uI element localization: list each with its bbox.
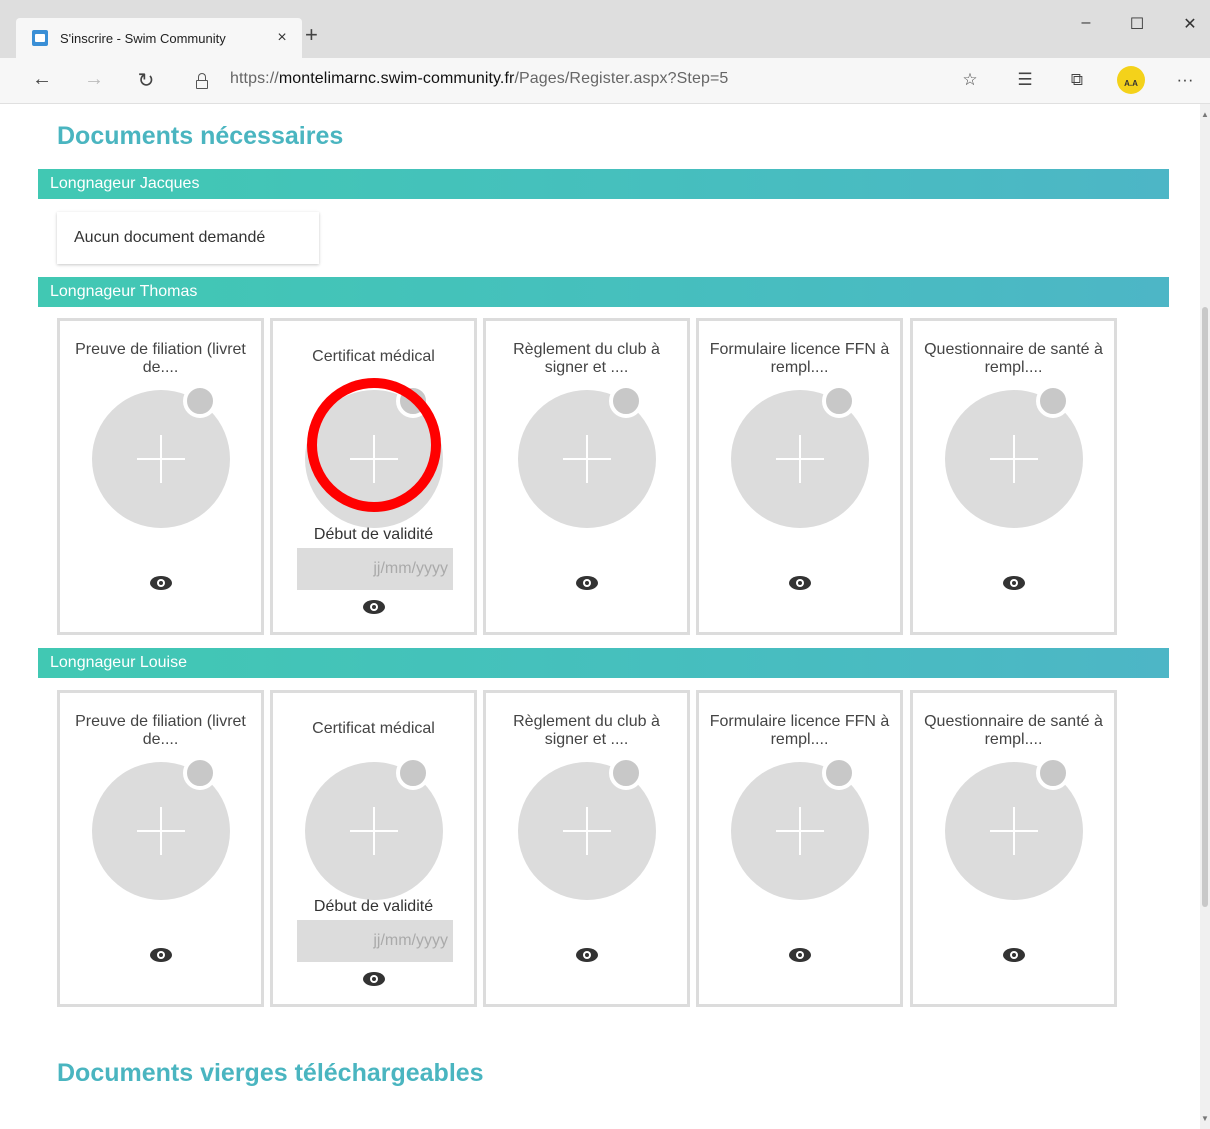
eye-icon[interactable] (788, 575, 812, 591)
status-dot-icon (1036, 384, 1070, 418)
validity-label: Début de validité (313, 526, 434, 543)
document-title: Formulaire licence FFN à rempl.... (709, 341, 890, 376)
eye-icon[interactable] (362, 599, 386, 615)
document-title: Certificat médical (312, 348, 435, 365)
page-content: Documents nécessaires Longnageur Jacques… (0, 104, 1210, 1129)
document-card: Certificat médical Début de validité (270, 318, 477, 635)
url-prefix: https:// (230, 70, 279, 87)
swimmer-header: Longnageur Louise (38, 648, 1169, 678)
url-field[interactable]: https://montelimarnc.swim-community.fr/P… (230, 70, 728, 88)
no-document-notice: Aucun document demandé (57, 212, 319, 264)
eye-icon[interactable] (575, 575, 599, 591)
site-favicon-icon (32, 30, 48, 46)
browser-tab-bar: S'inscrire - Swim Community × + – ☐ ✕ (0, 0, 1210, 58)
status-dot-icon (183, 756, 217, 790)
document-title: Certificat médical (312, 720, 435, 737)
status-dot-icon (822, 384, 856, 418)
document-card: Questionnaire de santé à rempl.... (910, 690, 1117, 1007)
document-card: Certificat médical Début de validité (270, 690, 477, 1007)
document-title: Preuve de filiation (livret de.... (75, 341, 246, 376)
status-dot-icon (609, 756, 643, 790)
swimmer-header: Longnageur Jacques (38, 169, 1169, 199)
back-icon[interactable]: ← (28, 68, 56, 91)
document-title: Formulaire licence FFN à rempl.... (709, 713, 890, 748)
document-card: Règlement du club à signer et .... (483, 318, 690, 635)
status-dot-icon (396, 384, 430, 418)
eye-icon[interactable] (362, 971, 386, 987)
eye-icon[interactable] (1002, 947, 1026, 963)
page-scrollbar[interactable]: ▲ ▼ (1200, 104, 1210, 1129)
scroll-down-icon[interactable]: ▼ (1201, 1114, 1209, 1123)
document-card: Formulaire licence FFN à rempl.... (696, 318, 903, 635)
add-favorite-icon[interactable]: ☆ (957, 70, 983, 90)
lock-icon[interactable] (196, 73, 208, 89)
scroll-up-icon[interactable]: ▲ (1201, 110, 1209, 119)
status-dot-icon (1036, 756, 1070, 790)
browser-tab[interactable]: S'inscrire - Swim Community × (16, 18, 302, 58)
profile-avatar[interactable]: A.A (1117, 66, 1145, 94)
validity-label: Début de validité (313, 898, 434, 915)
document-card: Formulaire licence FFN à rempl.... (696, 690, 903, 1007)
status-dot-icon (822, 756, 856, 790)
minimize-icon[interactable]: – (1066, 14, 1106, 32)
scroll-thumb[interactable] (1202, 307, 1208, 907)
document-card: Questionnaire de santé à rempl.... (910, 318, 1117, 635)
address-bar: ← → ↻ https://montelimarnc.swim-communit… (0, 58, 1210, 104)
eye-icon[interactable] (149, 575, 173, 591)
document-title: Règlement du club à signer et .... (513, 341, 660, 376)
status-dot-icon (183, 384, 217, 418)
document-title: Preuve de filiation (livret de.... (75, 713, 246, 748)
eye-icon[interactable] (1002, 575, 1026, 591)
favorites-icon[interactable]: ☰ (1012, 70, 1038, 90)
document-title: Questionnaire de santé à rempl.... (924, 713, 1103, 748)
refresh-icon[interactable]: ↻ (132, 68, 160, 93)
more-icon[interactable]: ··· (1172, 70, 1198, 90)
document-card: Règlement du club à signer et .... (483, 690, 690, 1007)
url-path: /Pages/Register.aspx?Step=5 (514, 70, 729, 87)
document-card: Preuve de filiation (livret de.... (57, 690, 264, 1007)
section-title-required: Documents nécessaires (57, 122, 344, 150)
new-tab-icon[interactable]: + (305, 24, 318, 46)
validity-date-input[interactable] (297, 920, 453, 962)
status-dot-icon (609, 384, 643, 418)
document-card: Preuve de filiation (livret de.... (57, 318, 264, 635)
forward-icon[interactable]: → (80, 68, 108, 91)
validity-date-input[interactable] (297, 548, 453, 590)
tab-title: S'inscrire - Swim Community (60, 30, 226, 46)
eye-icon[interactable] (788, 947, 812, 963)
collections-icon[interactable]: ⧉ (1064, 70, 1090, 90)
section-title-blank: Documents vierges téléchargeables (57, 1059, 484, 1087)
maximize-icon[interactable]: ☐ (1117, 14, 1157, 34)
eye-icon[interactable] (149, 947, 173, 963)
document-title: Questionnaire de santé à rempl.... (924, 341, 1103, 376)
document-title: Règlement du club à signer et .... (513, 713, 660, 748)
url-host: montelimarnc.swim-community.fr (278, 70, 515, 87)
tab-close-icon[interactable]: × (268, 29, 296, 47)
eye-icon[interactable] (575, 947, 599, 963)
swimmer-header: Longnageur Thomas (38, 277, 1169, 307)
window-close-icon[interactable]: ✕ (1170, 14, 1210, 34)
status-dot-icon (396, 756, 430, 790)
